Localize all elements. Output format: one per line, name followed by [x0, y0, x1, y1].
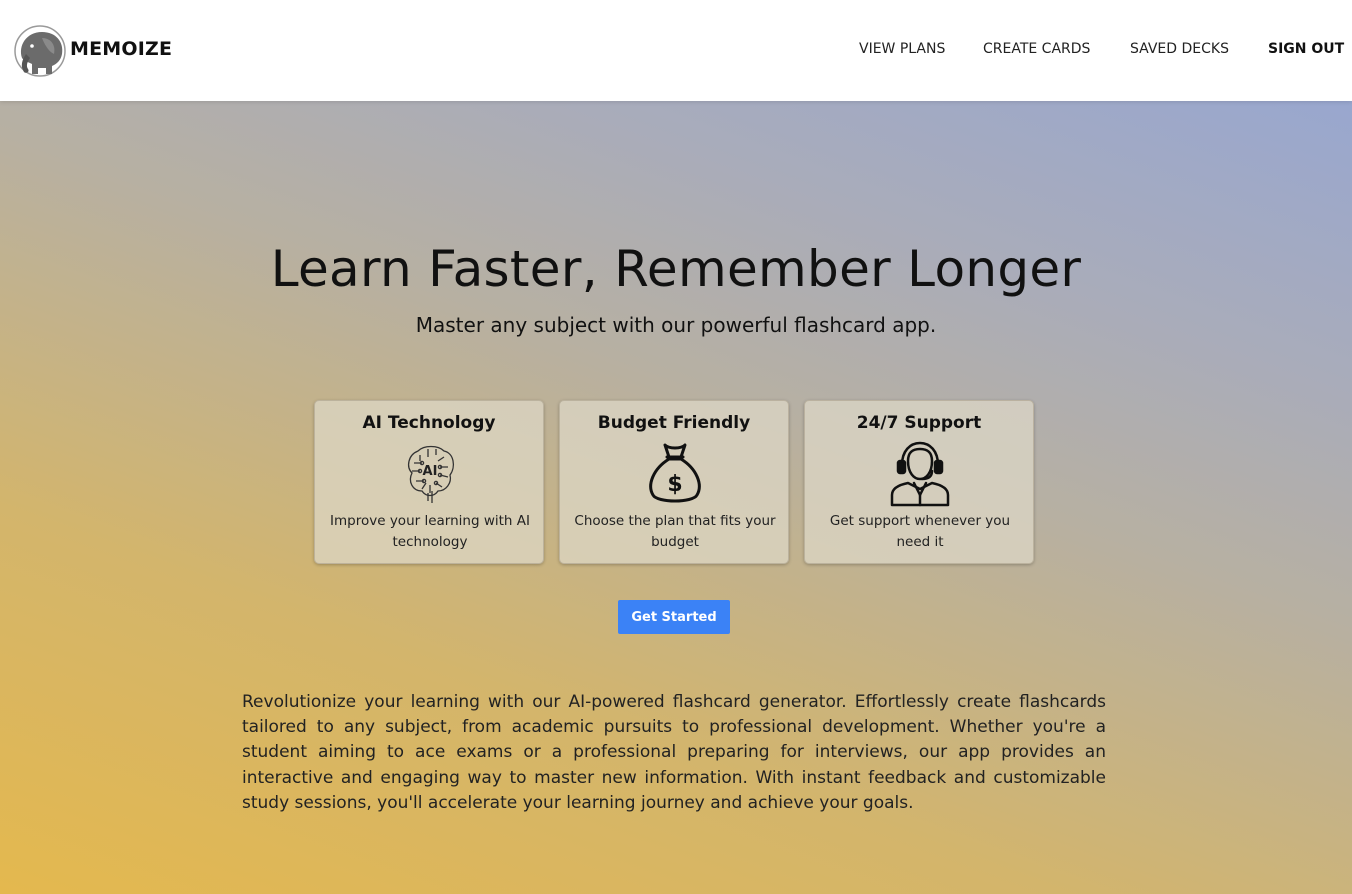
ai-brain-icon: AI — [407, 445, 455, 503]
hero-subtitle: Master any subject with our powerful fla… — [415, 313, 937, 337]
svg-text:$: $ — [667, 472, 682, 497]
nav-saved-decks[interactable]: SAVED DECKS — [1130, 41, 1229, 57]
nav-links: VIEW PLANS CREATE CARDS SAVED DECKS SIGN… — [0, 41, 1352, 61]
feature-description: Get support whenever you need it — [829, 513, 1011, 550]
feature-card-budget: Budget Friendly $ Choose the plan that f… — [559, 400, 789, 564]
support-agent-icon — [890, 441, 950, 507]
navbar: MEMOIZE VIEW PLANS CREATE CARDS SAVED DE… — [0, 0, 1352, 101]
feature-card-support: 24/7 Support Get support whenever you ne… — [804, 400, 1034, 564]
feature-description: Choose the plan that fits your budget — [574, 513, 776, 550]
nav-view-plans[interactable]: VIEW PLANS — [859, 41, 945, 57]
feature-description: Improve your learning with AI technology — [330, 513, 530, 550]
feature-title: 24/7 Support — [856, 413, 982, 433]
nav-sign-out[interactable]: SIGN OUT — [1268, 41, 1344, 57]
feature-title: AI Technology — [362, 413, 496, 433]
svg-text:AI: AI — [423, 464, 438, 479]
get-started-button[interactable]: Get Started — [618, 600, 730, 634]
feature-card-ai: AI Technology AI Improve your learning w… — [314, 400, 544, 564]
feature-title: Budget Friendly — [597, 413, 751, 433]
money-bag-icon: $ — [649, 443, 701, 503]
nav-create-cards[interactable]: CREATE CARDS — [983, 41, 1090, 57]
about-paragraph: Revolutionize your learning with our AI-… — [242, 692, 1106, 813]
hero-title: Learn Faster, Remember Longer — [270, 240, 1082, 298]
